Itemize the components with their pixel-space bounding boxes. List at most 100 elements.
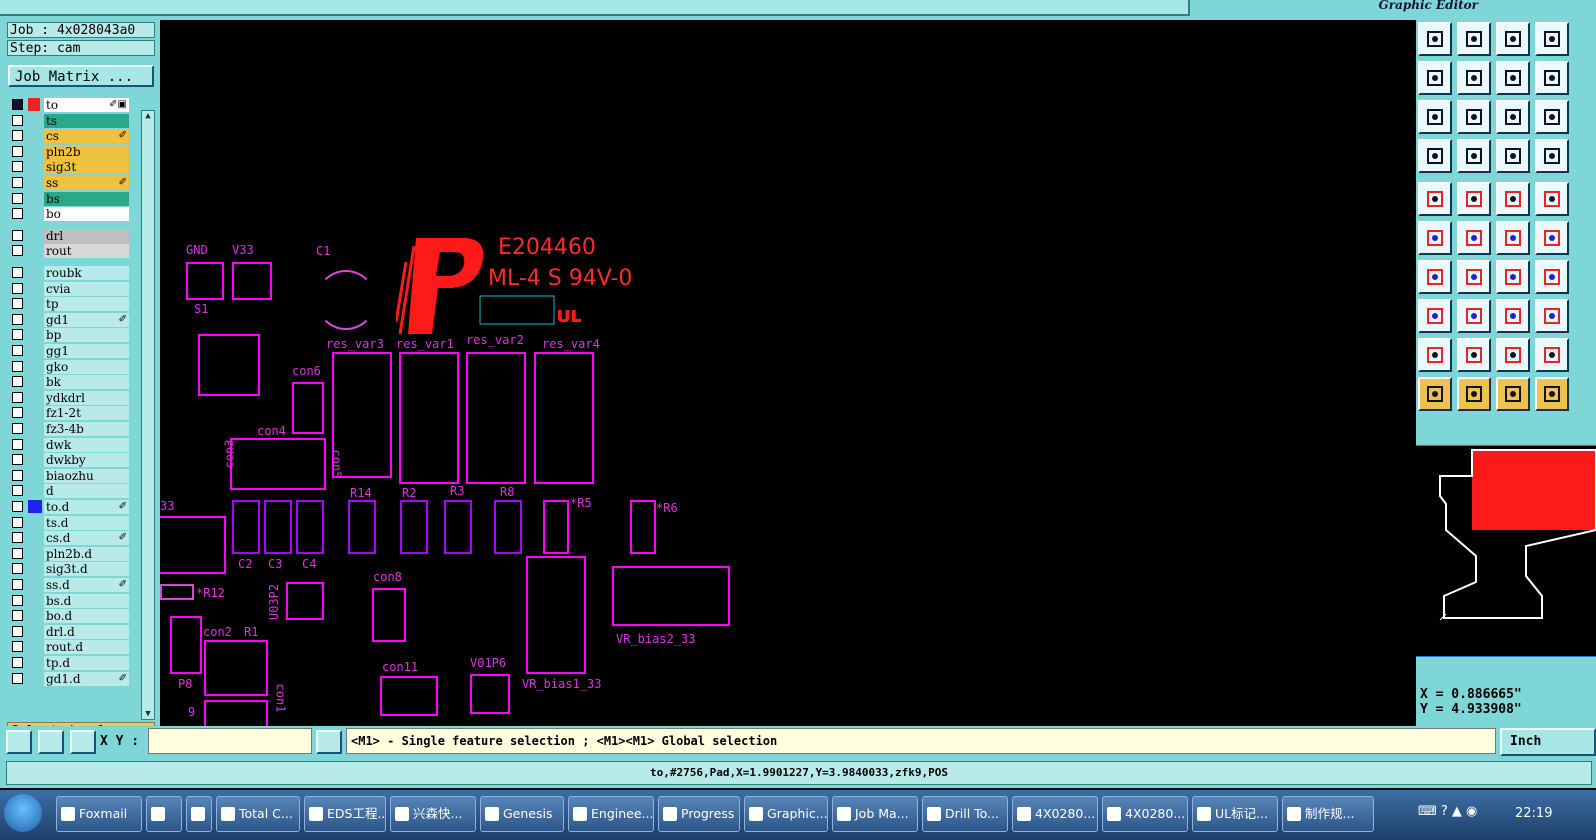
angle-icon[interactable] [1418,260,1452,294]
curve-icon[interactable] [1496,260,1530,294]
slash-icon[interactable] [1457,260,1491,294]
layer-checkbox[interactable] [12,114,23,126]
layer-checkbox[interactable] [12,298,23,310]
layer-row-fz1-2t[interactable]: fz1-2t [8,406,130,421]
pad-con1[interactable] [204,700,268,726]
taskbar-item[interactable]: Drill To... [922,796,1008,832]
layer-checkbox[interactable] [12,657,23,668]
layer-row-bs.d[interactable]: bs.d [8,593,130,608]
layer-checkbox[interactable] [12,99,23,110]
layer-checkbox[interactable] [12,501,23,512]
layer-row-ydkdrl[interactable]: ydkdrl [8,390,130,405]
tri-c-icon[interactable] [1496,338,1530,372]
layer-checkbox[interactable] [12,329,23,341]
pause-icon[interactable] [316,730,342,754]
snap-red2-icon[interactable] [1535,139,1569,173]
pad-r6[interactable] [630,500,656,554]
taskbar-item[interactable]: Job Ma... [832,796,918,832]
layer-checkbox[interactable] [12,177,23,188]
taskbar-item[interactable]: Progress [658,796,740,832]
layer-row-to[interactable]: to ✐▣ [8,98,130,112]
layer-row-ts[interactable]: ts [8,113,130,128]
minus-icon[interactable] [1457,299,1491,333]
pad-res-var4[interactable] [534,352,594,484]
taskbar-item[interactable]: UL标记... [1192,796,1278,832]
layer-row-gko[interactable]: gko [8,359,130,374]
job-matrix-button[interactable]: Job Matrix ... [8,65,154,87]
layer-checkbox[interactable] [12,313,23,325]
redo-icon[interactable] [1535,61,1569,95]
pad-33[interactable] [160,516,226,574]
measure-icon[interactable] [38,730,64,754]
layer-row-biaozhu[interactable]: biaozhu [8,468,130,483]
tri-a-icon[interactable] [1418,338,1452,372]
taskbar-item[interactable]: 制作规... [1282,796,1374,832]
pad-con6[interactable] [292,382,324,434]
taskbar-item[interactable]: Enginee... [568,796,654,832]
taskbar-item[interactable]: Total C... [216,796,300,832]
pad-ic[interactable] [198,334,260,396]
select-icon[interactable] [1418,377,1452,411]
layer-checkbox[interactable] [12,672,23,684]
zoom-fit-icon[interactable] [6,730,32,754]
layer-checkbox[interactable] [12,145,23,157]
select-c-icon[interactable] [1496,377,1530,411]
layer-row-dwk[interactable]: dwk [8,437,130,452]
pad-res-var2[interactable] [466,352,526,484]
pad-r5[interactable] [543,500,569,554]
pad-c3[interactable] [264,500,292,554]
layer-checkbox[interactable] [12,625,23,637]
pad-res-var1[interactable] [399,352,459,484]
taskbar-item[interactable]: 4X0280... [1012,796,1098,832]
layer-checkbox[interactable] [12,485,23,497]
layer-row-ts.d[interactable]: ts.d [8,515,130,530]
scroll-up-icon[interactable]: ▲ [142,111,154,121]
layer-checkbox[interactable] [12,161,23,173]
pad-r12[interactable] [160,584,194,600]
arc-icon[interactable] [1535,221,1569,255]
taskbar-item[interactable]: 4X0280... [1102,796,1188,832]
net-icon[interactable] [1418,221,1452,255]
layer-checkbox[interactable] [12,391,23,403]
pad-c1[interactable] [316,270,376,330]
ruler-icon[interactable] [1496,182,1530,216]
taskbar-item[interactable]: 兴森快... [390,796,476,832]
pad-gnd[interactable] [186,262,224,300]
layer-checkbox[interactable] [12,563,23,575]
layer-checkbox[interactable] [12,423,23,434]
start-button[interactable] [4,794,42,832]
layer-row-cvia[interactable]: cvia [8,281,130,296]
layer-row-tp[interactable]: tp [8,297,130,312]
layer-checkbox[interactable] [12,282,23,294]
taskbar-item[interactable]: Genesis [480,796,564,832]
layer-row-ss[interactable]: ss ✐ [8,176,130,190]
layer-row-drl[interactable]: drl [8,228,130,243]
layer-checkbox[interactable] [12,579,23,590]
layer-row-dwkby[interactable]: dwkby [8,453,130,468]
layer-row-rout[interactable]: rout [8,244,130,259]
pad-r14[interactable] [348,500,376,554]
edit-icon[interactable] [1457,61,1491,95]
layer-row-gg1[interactable]: gg1 [8,344,130,358]
layer-row-pln2b[interactable]: pln2b [8,144,130,159]
grid-icon[interactable] [70,730,96,754]
pad-vr-bias2[interactable] [612,566,730,626]
layer-scrollbar[interactable]: ▲ ▼ [141,110,155,720]
layer-checkbox[interactable] [12,454,23,466]
layer-row-tp.d[interactable]: tp.d [8,656,130,670]
layer-row-bs[interactable]: bs [8,191,130,206]
layer-checkbox[interactable] [12,594,23,606]
pad-con4[interactable] [230,438,326,490]
layer-row-pln2b.d[interactable]: pln2b.d [8,546,130,561]
help-icon[interactable] [1535,100,1569,134]
layer-checkbox[interactable] [12,469,23,481]
layer-row-drl.d[interactable]: drl.d [8,624,130,639]
scale-icon[interactable] [1496,100,1530,134]
cross-icon[interactable] [1457,221,1491,255]
pad-u03p2[interactable] [286,582,324,620]
layer-row-bp[interactable]: bp [8,328,130,343]
layer-checkbox[interactable] [12,229,23,241]
layer-checkbox[interactable] [12,516,23,528]
line-arc-icon[interactable] [1496,221,1530,255]
layer-row-gd1[interactable]: gd1 ✐ [8,312,130,327]
